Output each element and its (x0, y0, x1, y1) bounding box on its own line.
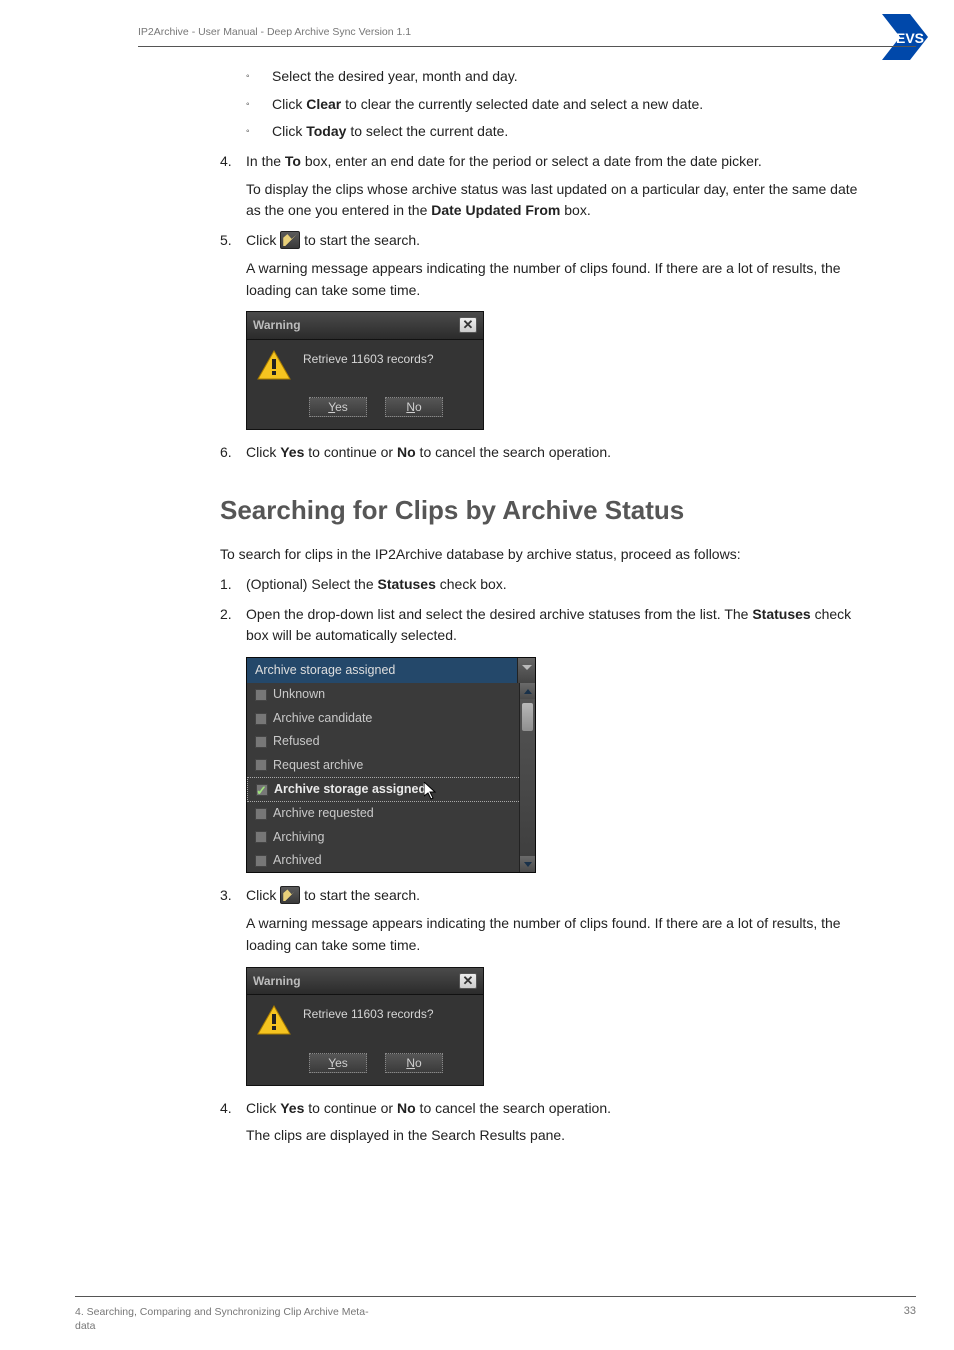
step-text: (Optional) Select the Statuses check box… (246, 574, 874, 596)
step-6: 6. Click Yes to continue or No to cancel… (220, 442, 874, 464)
warning-icon (257, 350, 291, 386)
checkbox-icon (255, 831, 267, 843)
substep-click-today: ◦ Click Today to select the current date… (246, 121, 874, 143)
checkbox-icon (255, 855, 267, 867)
step-5: 5. Click to start the search. (220, 230, 874, 252)
dialog-message: Retrieve 11603 records? (303, 1005, 434, 1024)
bullet-icon: ◦ (246, 66, 272, 88)
section-step-4: 4. Click Yes to continue or No to cancel… (220, 1098, 874, 1120)
step-number: 2. (220, 604, 246, 647)
checkbox-icon (255, 808, 267, 820)
dropdown-item-candidate[interactable]: Archive candidate (247, 707, 535, 730)
section-step-3: 3. Click to start the search. (220, 885, 874, 907)
header-breadcrumb: IP2Archive - User Manual - Deep Archive … (138, 26, 411, 38)
section-step-4-para: The clips are displayed in the Search Re… (246, 1125, 874, 1147)
warning-dialog: Warning ✕ Retrieve 11603 records? Yes No (246, 967, 484, 1086)
yes-button[interactable]: Yes (309, 1053, 367, 1073)
dialog-message: Retrieve 11603 records? (303, 350, 434, 369)
checkbox-icon (255, 759, 267, 771)
dialog-buttons: Yes No (247, 389, 483, 429)
dropdown-item-assigned[interactable]: Archive storage assigned (247, 777, 535, 802)
warning-icon (257, 1005, 291, 1041)
dialog-title: Warning (253, 972, 301, 991)
scrollbar[interactable] (519, 683, 535, 872)
section-step-2: 2. Open the drop-down list and select th… (220, 604, 874, 647)
dialog-title: Warning (253, 316, 301, 335)
warning-dialog: Warning ✕ Retrieve 11603 records? Yes No (246, 311, 484, 430)
step-text: Click Yes to continue or No to cancel th… (246, 1098, 874, 1120)
step-4-para: To display the clips whose archive statu… (246, 179, 874, 222)
chevron-down-icon (517, 658, 535, 683)
dropdown-item-request-archive[interactable]: Request archive (247, 754, 535, 777)
dropdown-item-archiving[interactable]: Archiving (247, 826, 535, 849)
cursor-icon (424, 782, 438, 800)
step-text: In the To box, enter an end date for the… (246, 151, 874, 173)
logo-text: EVS (896, 30, 924, 46)
no-button[interactable]: No (385, 397, 443, 417)
search-icon (280, 231, 300, 249)
step-text: Click to start the search. (246, 885, 874, 907)
bullet-icon: ◦ (246, 94, 272, 116)
close-icon[interactable]: ✕ (459, 973, 477, 989)
checkbox-icon (255, 713, 267, 725)
page-header: IP2Archive - User Manual - Deep Archive … (0, 0, 954, 60)
no-button[interactable]: No (385, 1053, 443, 1073)
bullet-icon: ◦ (246, 121, 272, 143)
substep-select-year: ◦ Select the desired year, month and day… (246, 66, 874, 88)
page-number: 33 (904, 1305, 916, 1317)
step-5-para: A warning message appears indicating the… (246, 258, 874, 301)
dialog-buttons: Yes No (247, 1045, 483, 1085)
substep-text: Click Clear to clear the currently selec… (272, 94, 874, 116)
dialog-titlebar: Warning ✕ (247, 312, 483, 340)
footer-text: 4. Searching, Comparing and Synchronizin… (75, 1305, 369, 1334)
step-number: 6. (220, 442, 246, 464)
section-step-1: 1. (Optional) Select the Statuses check … (220, 574, 874, 596)
header-rule (138, 46, 916, 47)
dialog-body: Retrieve 11603 records? (247, 995, 483, 1045)
scroll-down-icon[interactable] (520, 856, 535, 872)
dropdown-item-unknown[interactable]: Unknown (247, 683, 535, 706)
scroll-up-icon[interactable] (520, 683, 535, 699)
step-number: 5. (220, 230, 246, 252)
footer-rule (75, 1296, 916, 1297)
step-4: 4. In the To box, enter an end date for … (220, 151, 874, 173)
evs-logo-icon: EVS (882, 14, 928, 60)
dropdown-list: Unknown Archive candidate Refused Reques… (247, 683, 535, 872)
substep-click-clear: ◦ Click Clear to clear the currently sel… (246, 94, 874, 116)
section-heading: Searching for Clips by Archive Status (220, 490, 874, 530)
dropdown-item-refused[interactable]: Refused (247, 730, 535, 753)
section-intro: To search for clips in the IP2Archive da… (220, 544, 874, 566)
step-number: 1. (220, 574, 246, 596)
checkbox-icon (255, 689, 267, 701)
step-number: 4. (220, 151, 246, 173)
checkbox-icon (255, 736, 267, 748)
close-icon[interactable]: ✕ (459, 317, 477, 333)
yes-button[interactable]: Yes (309, 397, 367, 417)
statuses-dropdown: Archive storage assigned Unknown Archive… (246, 657, 536, 873)
step-number: 3. (220, 885, 246, 907)
step-text: Click to start the search. (246, 230, 874, 252)
search-icon (280, 886, 300, 904)
content-column: ◦ Select the desired year, month and day… (220, 66, 874, 1147)
step-number: 4. (220, 1098, 246, 1120)
substep-text: Select the desired year, month and day. (272, 66, 874, 88)
dropdown-item-archived[interactable]: Archived (247, 849, 535, 872)
page-footer: 4. Searching, Comparing and Synchronizin… (75, 1296, 916, 1334)
page: IP2Archive - User Manual - Deep Archive … (0, 0, 954, 1350)
section-step-3-para: A warning message appears indicating the… (246, 913, 874, 956)
substep-text: Click Today to select the current date. (272, 121, 874, 143)
step-text: Open the drop-down list and select the d… (246, 604, 874, 647)
dialog-body: Retrieve 11603 records? (247, 340, 483, 390)
scroll-thumb[interactable] (522, 703, 533, 731)
checkbox-checked-icon (256, 784, 268, 796)
dialog-titlebar: Warning ✕ (247, 968, 483, 996)
dropdown-selected[interactable]: Archive storage assigned (247, 658, 535, 683)
dropdown-item-archive-requested[interactable]: Archive requested (247, 802, 535, 825)
step-text: Click Yes to continue or No to cancel th… (246, 442, 874, 464)
